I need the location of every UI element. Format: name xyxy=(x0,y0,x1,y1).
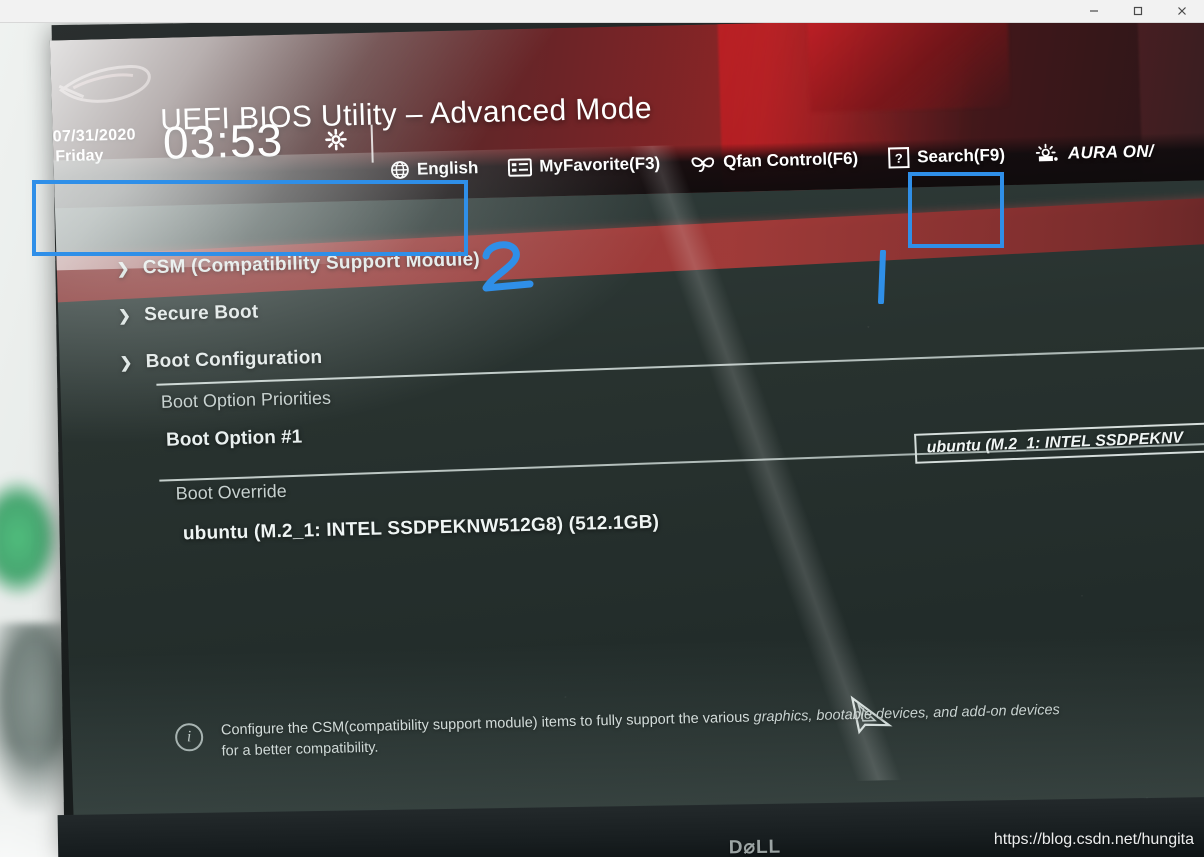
maximize-icon[interactable] xyxy=(1116,0,1160,22)
help-text-line1-italic: graphics, bootable devices, and add-on d… xyxy=(753,702,1061,726)
annotation-box-boot-tab xyxy=(908,172,1004,248)
watermark-url: https://blog.csdn.net/hungita xyxy=(993,831,1194,848)
language-label: English xyxy=(416,158,479,179)
dell-logo: D⌀LL xyxy=(728,836,782,857)
annotation-number-2 xyxy=(478,240,548,296)
boot-option-1-dropdown[interactable]: ubuntu (M.2_1: INTEL SSDPEKNV ▼ xyxy=(914,421,1204,464)
help-text-line2: for a better compatibility. xyxy=(221,739,379,760)
submenu-arrow-icon: ❯ xyxy=(118,307,132,325)
monitor-bezel: UEFI BIOS Utility – Advanced Mode 07/31/… xyxy=(49,6,1204,856)
minimize-icon[interactable] xyxy=(1072,0,1116,22)
svg-text:?: ? xyxy=(895,151,903,166)
boot-option-1-label: Boot Option #1 xyxy=(165,426,303,451)
header-graphic-accent xyxy=(807,17,1011,112)
search-label: Search(F9) xyxy=(916,145,1006,167)
help-text: Configure the CSM(compatibility support … xyxy=(221,696,1204,762)
annotation-box-csm xyxy=(32,180,468,256)
system-date: 07/31/2020 xyxy=(52,126,137,146)
bios-screen: UEFI BIOS Utility – Advanced Mode 07/31/… xyxy=(49,10,1204,847)
boot-override-heading: Boot Override xyxy=(175,480,288,504)
info-icon: i xyxy=(174,722,204,752)
question-box-icon: ? xyxy=(888,147,911,170)
annotation-number-1 xyxy=(874,249,894,305)
favorites-icon xyxy=(508,157,533,177)
background-green-object xyxy=(0,478,60,598)
submenu-arrow-icon: ❯ xyxy=(116,260,130,278)
language-selector[interactable]: English xyxy=(390,158,479,180)
rog-logo xyxy=(56,54,162,113)
boot-override-device[interactable]: ubuntu (M.2_1: INTEL SSDPEKNW512G8) (512… xyxy=(183,512,660,546)
bios-body: ❯ CSM (Compatibility Support Module) ❯ S… xyxy=(49,178,1204,847)
boot-option-priorities-heading: Boot Option Priorities xyxy=(160,387,332,412)
globe-icon xyxy=(390,160,411,180)
system-time: 03:53 xyxy=(162,113,284,169)
aura-icon xyxy=(1035,143,1062,166)
gear-icon[interactable] xyxy=(325,128,348,151)
fan-icon xyxy=(690,151,717,174)
menu-item-boot-configuration-label: Boot Configuration xyxy=(145,346,323,372)
submenu-arrow-icon: ❯ xyxy=(119,354,133,372)
section-divider-bottom xyxy=(159,441,1204,482)
menu-item-secure-boot-label: Secure Boot xyxy=(143,300,259,325)
screenshot-root: UEFI BIOS Utility – Advanced Mode 07/31/… xyxy=(0,0,1204,857)
system-day: Friday xyxy=(55,147,104,166)
bios-help-bar: i Configure the CSM(compatibility suppor… xyxy=(70,679,1204,788)
help-text-line1: Configure the CSM(compatibility support … xyxy=(220,709,754,739)
aura-label: AURA ON/ xyxy=(1067,141,1155,163)
window-titlebar xyxy=(0,0,1204,23)
bios-header: UEFI BIOS Utility – Advanced Mode 07/31/… xyxy=(49,10,1204,231)
close-icon[interactable] xyxy=(1160,0,1204,22)
